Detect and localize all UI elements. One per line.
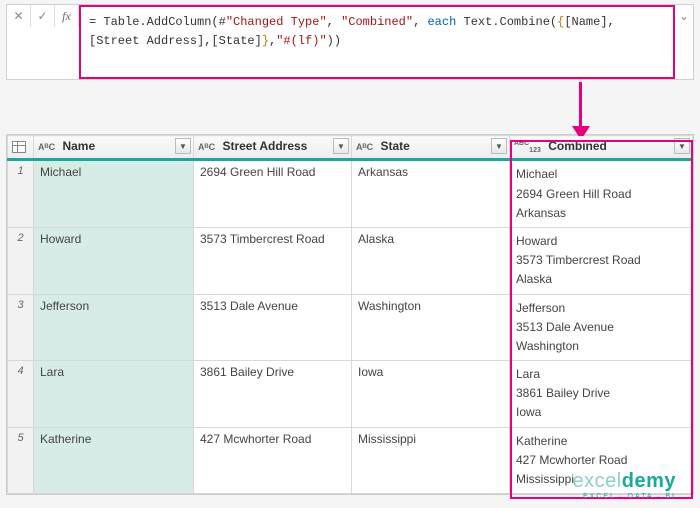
formula-input[interactable]: = Table.AddColumn(#"Changed Type", "Comb… bbox=[79, 5, 675, 79]
table: AᴮC Name ▼ AᴮC Street Address ▼ AᴮC Stat… bbox=[7, 135, 693, 494]
header-label: Street Address bbox=[222, 139, 307, 153]
column-filter-button[interactable]: ▼ bbox=[491, 138, 507, 154]
cell-street[interactable]: 3861 Bailey Drive bbox=[194, 361, 352, 428]
cell-combined[interactable]: Howard3573 Timbercrest RoadAlaska bbox=[510, 227, 693, 294]
tok: } bbox=[262, 34, 269, 48]
table-icon bbox=[12, 141, 26, 153]
combined-line: Iowa bbox=[516, 403, 686, 422]
column-filter-button[interactable]: ▼ bbox=[333, 138, 349, 154]
column-header-street[interactable]: AᴮC Street Address ▼ bbox=[194, 136, 352, 160]
cell-street[interactable]: 2694 Green Hill Road bbox=[194, 160, 352, 228]
row-number[interactable]: 4 bbox=[8, 361, 34, 428]
combined-line: 3861 Bailey Drive bbox=[516, 384, 686, 403]
tok: )) bbox=[327, 34, 341, 48]
cell-combined[interactable]: Jefferson3513 Dale AvenueWashington bbox=[510, 294, 693, 361]
row-number[interactable]: 3 bbox=[8, 294, 34, 361]
fx-icon: fx bbox=[62, 9, 71, 24]
combined-line: 2694 Green Hill Road bbox=[516, 185, 686, 204]
cell-name[interactable]: Lara bbox=[34, 361, 194, 428]
header-label: State bbox=[380, 139, 409, 153]
combined-line: Washington bbox=[516, 337, 686, 356]
tok: "#(lf)" bbox=[276, 34, 326, 48]
column-header-state[interactable]: AᴮC State ▼ bbox=[352, 136, 510, 160]
tok: each bbox=[427, 15, 456, 29]
formula-confirm-button[interactable]: ✓ bbox=[31, 5, 55, 27]
tok: Text.Combine( bbox=[456, 15, 557, 29]
column-header-combined[interactable]: ABC123 Combined ▼ bbox=[510, 136, 693, 160]
cell-state[interactable]: Arkansas bbox=[352, 160, 510, 228]
combined-line: Arkansas bbox=[516, 204, 686, 223]
data-grid: AᴮC Name ▼ AᴮC Street Address ▼ AᴮC Stat… bbox=[6, 134, 694, 495]
t: ABC bbox=[514, 140, 529, 147]
text-type-icon: AᴮC bbox=[38, 143, 55, 152]
header-label: Combined bbox=[548, 139, 607, 153]
cell-state[interactable]: Mississippi bbox=[352, 427, 510, 494]
tok: , bbox=[327, 15, 341, 29]
cell-state[interactable]: Iowa bbox=[352, 361, 510, 428]
table-row[interactable]: 2Howard3573 Timbercrest RoadAlaskaHoward… bbox=[8, 227, 693, 294]
formula-expand-button[interactable]: ⌄ bbox=[675, 5, 693, 23]
tok: "Changed Type" bbox=[226, 15, 327, 29]
tok: = bbox=[89, 15, 103, 29]
combined-line: 427 Mcwhorter Road bbox=[516, 451, 686, 470]
chevron-down-icon: ⌄ bbox=[679, 9, 689, 23]
check-icon: ✓ bbox=[37, 9, 47, 23]
combined-line: 3573 Timbercrest Road bbox=[516, 251, 686, 270]
formula-text: = Table.AddColumn(#"Changed Type", "Comb… bbox=[89, 15, 615, 48]
combined-line: 3513 Dale Avenue bbox=[516, 318, 686, 337]
cell-state[interactable]: Washington bbox=[352, 294, 510, 361]
table-row[interactable]: 5Katherine427 Mcwhorter RoadMississippiK… bbox=[8, 427, 693, 494]
combined-line: Alaska bbox=[516, 270, 686, 289]
cell-street[interactable]: 3513 Dale Avenue bbox=[194, 294, 352, 361]
combined-line: Katherine bbox=[516, 432, 686, 451]
text-type-icon: AᴮC bbox=[198, 143, 215, 152]
cell-combined[interactable]: Michael2694 Green Hill RoadArkansas bbox=[510, 160, 693, 228]
header-label: Name bbox=[62, 139, 95, 153]
formula-cancel-button[interactable]: ✕ bbox=[7, 5, 31, 27]
combined-line: Jefferson bbox=[516, 299, 686, 318]
tok: "Combined" bbox=[341, 15, 413, 29]
cell-state[interactable]: Alaska bbox=[352, 227, 510, 294]
row-number[interactable]: 1 bbox=[8, 160, 34, 228]
row-number[interactable]: 5 bbox=[8, 427, 34, 494]
formula-bar: ✕ ✓ fx = Table.AddColumn(#"Changed Type"… bbox=[6, 4, 694, 80]
annotation-arrow bbox=[570, 82, 590, 140]
combined-line: Mississippi bbox=[516, 470, 686, 489]
row-number[interactable]: 2 bbox=[8, 227, 34, 294]
tok: , bbox=[413, 15, 427, 29]
combined-line: Michael bbox=[516, 165, 686, 184]
tok: Table.AddColumn(# bbox=[103, 15, 225, 29]
column-filter-button[interactable]: ▼ bbox=[674, 138, 690, 154]
cell-name[interactable]: Jefferson bbox=[34, 294, 194, 361]
table-row[interactable]: 3Jefferson3513 Dale AvenueWashingtonJeff… bbox=[8, 294, 693, 361]
cell-street[interactable]: 427 Mcwhorter Road bbox=[194, 427, 352, 494]
cell-name[interactable]: Michael bbox=[34, 160, 194, 228]
cell-name[interactable]: Katherine bbox=[34, 427, 194, 494]
table-row[interactable]: 4Lara3861 Bailey DriveIowaLara3861 Baile… bbox=[8, 361, 693, 428]
column-filter-button[interactable]: ▼ bbox=[175, 138, 191, 154]
combined-line: Howard bbox=[516, 232, 686, 251]
cell-street[interactable]: 3573 Timbercrest Road bbox=[194, 227, 352, 294]
text-type-icon: AᴮC bbox=[356, 143, 373, 152]
t: 123 bbox=[529, 147, 541, 154]
cell-combined[interactable]: Katherine427 Mcwhorter RoadMississippi bbox=[510, 427, 693, 494]
table-row[interactable]: 1Michael2694 Green Hill RoadArkansasMich… bbox=[8, 160, 693, 228]
header-row: AᴮC Name ▼ AᴮC Street Address ▼ AᴮC Stat… bbox=[8, 136, 693, 160]
any-type-icon: ABC123 bbox=[514, 140, 541, 154]
fx-button[interactable]: fx bbox=[55, 5, 79, 27]
cell-combined[interactable]: Lara3861 Bailey DriveIowa bbox=[510, 361, 693, 428]
close-icon: ✕ bbox=[13, 9, 23, 23]
select-all-header[interactable] bbox=[8, 136, 34, 160]
cell-name[interactable]: Howard bbox=[34, 227, 194, 294]
combined-line: Lara bbox=[516, 365, 686, 384]
column-header-name[interactable]: AᴮC Name ▼ bbox=[34, 136, 194, 160]
